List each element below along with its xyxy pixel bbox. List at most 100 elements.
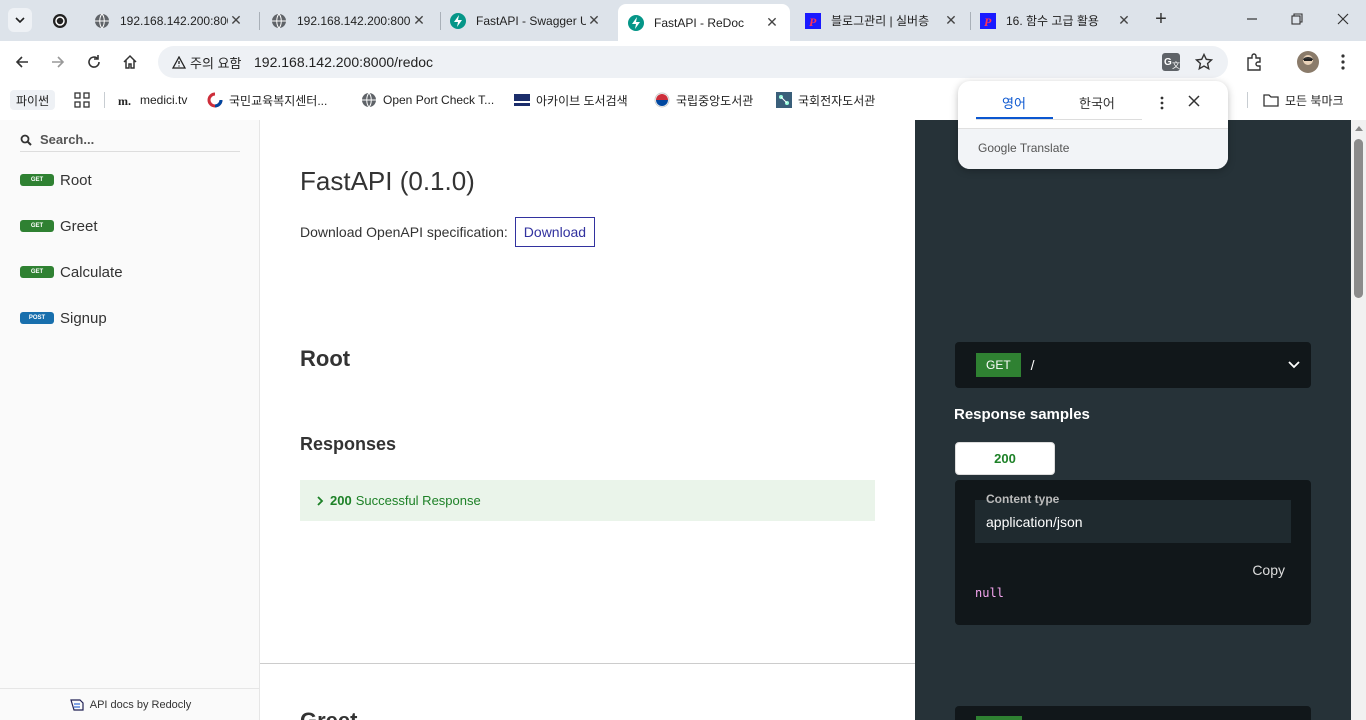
reload-button[interactable] <box>82 50 106 74</box>
scroll-up-arrow[interactable] <box>1355 126 1363 131</box>
close-icon[interactable]: ✕ <box>943 12 959 29</box>
forward-button[interactable] <box>46 50 70 74</box>
translate-options-button[interactable] <box>1156 95 1168 111</box>
tab-active[interactable]: FastAPI - ReDoc ✕ <box>618 4 790 41</box>
search-input[interactable] <box>40 132 230 147</box>
bookmark-nl[interactable]: 국립중앙도서관 <box>654 91 753 109</box>
redocly-link[interactable]: API docs by Redocly <box>0 688 260 720</box>
tab-search-button[interactable] <box>8 8 32 32</box>
blog-icon: P <box>805 12 821 29</box>
restore-button[interactable] <box>1285 8 1309 32</box>
bookmark-archive[interactable]: 아카이브 도서검색 <box>514 91 628 109</box>
download-row: Download OpenAPI specification: Download <box>300 217 596 247</box>
new-tab-button[interactable]: + <box>1152 9 1170 30</box>
openai-icon <box>52 13 68 29</box>
all-bookmarks-button[interactable]: 모든 북마크 <box>1263 91 1344 109</box>
more-vert-icon <box>1341 54 1345 70</box>
library-icon <box>776 92 792 108</box>
pinned-tab[interactable] <box>44 6 76 35</box>
tab-1[interactable]: 192.168.142.200:8000 ✕ <box>84 6 254 35</box>
archive-icon <box>514 92 530 108</box>
response-description: Successful Response <box>355 493 481 508</box>
response-code: 200 <box>330 493 352 508</box>
close-icon <box>1188 95 1200 107</box>
korea-emblem-icon <box>207 92 223 108</box>
sidebar-item-signup[interactable]: POST Signup <box>20 306 107 330</box>
avatar-icon <box>1297 51 1319 73</box>
translate-page-icon[interactable]: G文 <box>1161 52 1181 72</box>
response-samples-title: Response samples <box>954 406 1090 423</box>
status-tab-200[interactable]: 200 <box>955 442 1055 475</box>
sidebar-item-calculate[interactable]: GET Calculate <box>20 260 123 284</box>
download-text: Download OpenAPI specification: <box>300 224 508 240</box>
tab-title: 16. 함수 고급 활용 <box>1006 14 1099 28</box>
browser-menu-button[interactable] <box>1331 50 1355 74</box>
close-icon[interactable]: ✕ <box>764 14 780 31</box>
tab-2[interactable]: 192.168.142.200:8000 ✕ <box>261 6 437 35</box>
svg-text:G: G <box>1164 57 1172 68</box>
bookmark-welfare[interactable]: 국민교육복지센터... <box>207 91 327 109</box>
security-chip[interactable]: 주의 요함 <box>164 50 249 74</box>
bookmark-nanet[interactable]: 국회전자도서관 <box>776 91 875 109</box>
bookmark-python[interactable]: 파이썬 <box>10 90 56 110</box>
tab-title: 블로그관리 | 실버층 <box>831 14 930 28</box>
reload-icon <box>88 55 100 68</box>
bookmark-star-icon[interactable] <box>1194 52 1214 72</box>
close-icon[interactable]: ✕ <box>1116 12 1132 29</box>
bookmark-portcheck[interactable]: Open Port Check T... <box>361 91 494 109</box>
endpoint-bar[interactable]: GET / <box>955 342 1311 388</box>
sidebar-item-greet[interactable]: GET Greet <box>20 214 98 238</box>
sidebar-item-root[interactable]: GET Root <box>20 168 92 192</box>
scrollbar[interactable] <box>1351 120 1366 720</box>
tab-source-language[interactable]: 영어 <box>1002 93 1026 112</box>
bookmark-label: 국민교육복지센터... <box>229 93 328 108</box>
apps-button[interactable] <box>74 91 90 109</box>
bookmark-label: 모든 북마크 <box>1285 93 1344 108</box>
tab-6[interactable]: P 16. 함수 고급 활용 ✕ <box>970 6 1142 35</box>
globe-icon <box>361 92 377 108</box>
sidebar-item-label: Calculate <box>60 263 123 281</box>
profile-avatar[interactable] <box>1296 50 1320 74</box>
tab-5[interactable]: P 블로그관리 | 실버층 ✕ <box>795 6 969 35</box>
globe-icon <box>271 13 287 29</box>
extensions-button[interactable] <box>1242 50 1266 74</box>
download-button[interactable]: Download <box>514 217 596 247</box>
folder-icon <box>1263 92 1279 108</box>
tab-title: FastAPI - ReDoc <box>654 15 745 30</box>
arrow-right-icon <box>52 56 65 68</box>
sidebar-item-label: Root <box>60 171 92 189</box>
redocly-logo-icon <box>69 698 84 711</box>
bookmark-medici[interactable]: m. medici.tv <box>118 91 187 109</box>
content-type-box: Content type application/json <box>975 492 1291 543</box>
translate-close-button[interactable] <box>1188 95 1200 111</box>
close-icon[interactable]: ✕ <box>411 12 427 29</box>
scrollbar-thumb[interactable] <box>1354 139 1363 298</box>
close-window-button[interactable] <box>1331 8 1355 32</box>
sidebar-item-label: Signup <box>60 309 107 327</box>
fastapi-icon <box>628 14 644 31</box>
svg-text:P: P <box>984 15 992 29</box>
bookmark-label: 국립중앙도서관 <box>676 93 754 108</box>
back-button[interactable] <box>10 50 34 74</box>
browser-toolbar: 주의 요함 192.168.142.200:8000/redoc G文 <box>0 41 1366 83</box>
tab-3[interactable]: FastAPI - Swagger UI ✕ <box>440 6 612 35</box>
response-200-toggle[interactable]: 200 Successful Response <box>300 480 875 521</box>
close-icon[interactable]: ✕ <box>228 12 244 29</box>
chevron-right-icon <box>317 495 324 506</box>
tab-target-language[interactable]: 한국어 <box>1079 93 1115 112</box>
copy-button[interactable]: Copy <box>1252 562 1285 578</box>
minimize-button[interactable] <box>1240 8 1264 32</box>
url-text[interactable]: 192.168.142.200:8000/redoc <box>254 54 433 70</box>
warning-icon <box>172 55 186 69</box>
search-box[interactable] <box>20 128 240 152</box>
operation-title: Greet <box>300 708 357 720</box>
redocly-label: API docs by Redocly <box>89 698 192 711</box>
tab-title: 192.168.142.200:8000 <box>297 13 411 28</box>
tab-active-indicator <box>976 117 1053 119</box>
address-bar[interactable]: 주의 요함 192.168.142.200:8000/redoc G文 <box>158 46 1228 78</box>
home-icon <box>123 54 137 69</box>
endpoint-bar[interactable] <box>955 706 1311 720</box>
home-button[interactable] <box>118 50 142 74</box>
close-icon[interactable]: ✕ <box>586 12 602 29</box>
tab-strip: 192.168.142.200:8000 ✕ 192.168.142.200:8… <box>0 0 1366 41</box>
